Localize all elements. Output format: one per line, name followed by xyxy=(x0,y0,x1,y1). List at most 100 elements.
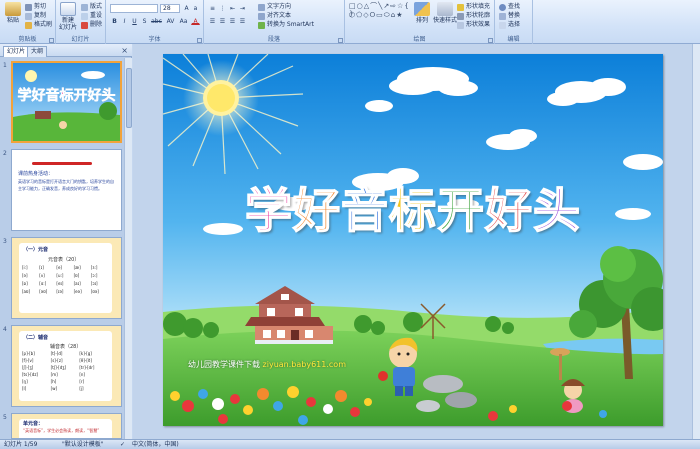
copy-button[interactable]: 复制 xyxy=(25,12,46,20)
find-button[interactable]: 查找 xyxy=(499,3,520,11)
slide-thumbnail-4[interactable]: （二）辅音 辅音表（28） [p]-[b] [t]-[d] [k]-[g] [f]-[… xyxy=(11,325,122,407)
phonetic-cell: [w] xyxy=(50,386,58,391)
increase-indent-button[interactable]: ⇥ xyxy=(238,4,247,12)
font-label: 字体 xyxy=(148,36,161,43)
phonetic-cell: [p]-[b] xyxy=(22,351,35,356)
copy-icon xyxy=(25,12,32,20)
thumb-number: 5 xyxy=(3,414,7,421)
panel-scroll-thumb[interactable] xyxy=(126,68,132,128)
bold-button[interactable]: B xyxy=(110,17,119,25)
grow-font-button[interactable]: A xyxy=(182,4,191,12)
delete-icon xyxy=(81,21,88,29)
fill-bucket-icon xyxy=(457,3,464,11)
align-left-button[interactable]: ☰ xyxy=(208,17,217,25)
ribbon: 粘贴 剪切 复制 格式刷 剪贴板 新建 幻灯片 版式 重设 删除 幻灯片 28 … xyxy=(0,0,700,44)
current-slide[interactable]: 学好音标开好头 幼儿园教学课件下载 ziyuan.baby611.com xyxy=(163,54,663,426)
underline-button[interactable]: U xyxy=(130,17,139,25)
slide-thumbnail-2[interactable]: 课前热身活动： 英语学习的音标是打开语言大门的钥匙，培养学生的自主学习能力，正确… xyxy=(11,149,122,231)
title-char: 标 xyxy=(388,184,437,239)
shape-fill-button[interactable]: 形状填充 xyxy=(457,3,490,11)
text-direction-button[interactable]: 文字方向 xyxy=(258,3,291,11)
slide-title[interactable]: 学好音标开好头 xyxy=(163,184,663,239)
paragraph-launcher[interactable] xyxy=(338,38,343,43)
phonetic-cell: [aɪ] xyxy=(73,281,81,286)
panel-scrollbar[interactable] xyxy=(124,58,132,439)
phonetic-cell: [j] xyxy=(79,386,84,391)
phonetic-cell: [s]-[z] xyxy=(50,358,63,363)
close-panel-icon[interactable]: × xyxy=(121,46,128,55)
tab-slides[interactable]: 幻灯片 xyxy=(3,46,30,57)
quick-styles-icon xyxy=(437,2,453,16)
drawing-label: 绘图 xyxy=(413,36,426,43)
replace-icon xyxy=(499,12,506,20)
panel-tabs: 幻灯片 大纲 × xyxy=(0,44,132,57)
delete-slide-button[interactable]: 删除 xyxy=(81,21,102,29)
shadow-button[interactable]: S xyxy=(140,17,149,25)
layout-button[interactable]: 版式 xyxy=(81,3,102,11)
select-button[interactable]: 选择 xyxy=(499,21,520,29)
title-char: 学 xyxy=(244,184,293,239)
align-text-button[interactable]: 对齐文本 xyxy=(258,12,291,20)
align-right-button[interactable]: ☰ xyxy=(228,17,237,25)
new-slide-icon xyxy=(60,2,76,16)
editing-group: 查找 替换 选择 编辑 xyxy=(495,0,533,44)
slide-credit: 幼儿园教学课件下载 ziyuan.baby611.com xyxy=(188,359,346,370)
title-char: 好 xyxy=(292,184,341,239)
cut-button[interactable]: 剪切 xyxy=(25,3,46,11)
shape-effects-button[interactable]: 形状效果 xyxy=(457,21,490,29)
layout-icon xyxy=(81,3,88,11)
reset-icon xyxy=(81,12,88,20)
italic-button[interactable]: I xyxy=(120,17,129,25)
slide-thumbnail-3[interactable]: （一）元音 元音表（20） [i:] [ɪ] [e] [æ] [ɜ:] [ə] [ʌ] [u:… xyxy=(11,237,122,319)
new-slide-button[interactable]: 新建 幻灯片 xyxy=(57,2,79,31)
paste-button[interactable]: 粘贴 xyxy=(2,2,24,24)
shrink-font-button[interactable]: a xyxy=(191,4,200,12)
font-size-combo[interactable]: 28 xyxy=(160,4,180,13)
numbering-button[interactable]: ⋮ xyxy=(218,4,227,12)
decrease-indent-button[interactable]: ⇤ xyxy=(228,4,237,12)
thumb2-red-rule xyxy=(32,162,92,165)
slide-thumbnail-1[interactable]: 学好音标开好头 xyxy=(11,61,122,143)
thumb2-body: 英语学习的音标是打开语言大门的钥匙，培养学生的自主学习能力，正确发音，养成良好的… xyxy=(18,179,114,191)
brush-icon xyxy=(25,21,32,29)
editor-scrollbar[interactable] xyxy=(692,44,700,439)
phonetic-cell: [eə] xyxy=(73,289,82,294)
bullets-button[interactable]: ≡ xyxy=(208,4,217,12)
reset-button[interactable]: 重设 xyxy=(81,12,102,20)
slide-thumbnail-5[interactable]: 单元音： “英语音标”，学生必会熟读，朗读，“智慧” xyxy=(11,413,122,439)
font-launcher[interactable] xyxy=(197,38,202,43)
slides-group: 新建 幻灯片 版式 重设 删除 幻灯片 xyxy=(56,0,106,44)
spellcheck-icon[interactable]: ✓ xyxy=(120,440,125,449)
font-name-combo[interactable] xyxy=(110,4,158,13)
font-group: 28 A a B I U S abc AV Aa A 字体 xyxy=(106,0,204,44)
phonetic-cell: [əʊ] xyxy=(39,289,48,294)
phonetic-cell: [ts]-[dz] xyxy=(22,372,38,377)
phonetic-cell: [m] xyxy=(50,372,58,377)
thumb-number: 2 xyxy=(3,150,7,157)
thumb-number: 1 xyxy=(3,62,7,69)
quick-styles-button[interactable]: 快速样式 xyxy=(433,2,457,24)
thumb2-heading: 课前热身活动： xyxy=(18,171,54,177)
shape-outline-button[interactable]: 形状轮廓 xyxy=(457,12,490,20)
drawing-launcher[interactable] xyxy=(488,38,493,43)
change-case-button[interactable]: Aa xyxy=(178,17,189,25)
replace-button[interactable]: 替换 xyxy=(499,12,520,20)
justify-button[interactable]: ☰ xyxy=(238,17,247,25)
arrange-button[interactable]: 排列 xyxy=(411,2,433,24)
format-painter-button[interactable]: 格式刷 xyxy=(25,21,52,29)
phonetic-cell: [ɔ:] xyxy=(90,273,98,278)
phonetic-cell: [r] xyxy=(79,379,85,384)
shapes-gallery-row2[interactable]: ⬡⬠◇⭘▭⬭⌂★ xyxy=(349,11,409,19)
clipboard-launcher[interactable] xyxy=(49,38,54,43)
status-bar: 幻灯片 1/59 "默认设计模板" ✓ 中文(简体，中国) xyxy=(0,439,700,449)
strikethrough-button[interactable]: abc xyxy=(150,17,163,25)
align-center-button[interactable]: ☰ xyxy=(218,17,227,25)
paragraph-label: 段落 xyxy=(267,36,280,43)
char-spacing-button[interactable]: AV xyxy=(165,17,176,25)
thumb4-subtitle: 辅音表（28） xyxy=(50,344,82,350)
tab-outline[interactable]: 大纲 xyxy=(27,46,48,57)
title-char: 开 xyxy=(436,184,485,239)
smartart-button[interactable]: 转换为 SmartArt xyxy=(258,21,314,29)
binoculars-icon xyxy=(499,3,506,11)
font-color-button[interactable]: A xyxy=(191,17,200,25)
